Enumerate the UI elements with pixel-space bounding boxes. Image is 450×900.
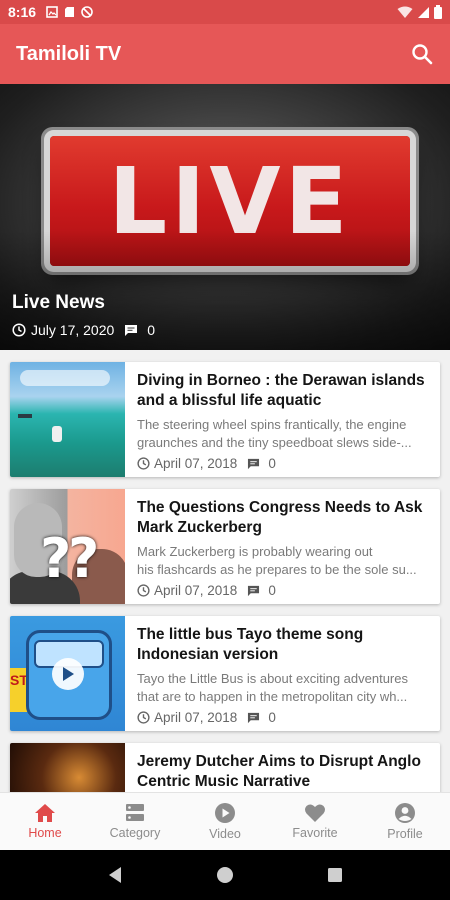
news-thumbnail bbox=[10, 743, 125, 792]
news-comment-count: 0 bbox=[268, 710, 276, 725]
back-icon[interactable] bbox=[107, 866, 123, 884]
news-thumbnail: ? ? bbox=[10, 489, 125, 604]
featured-comment-count: 0 bbox=[147, 322, 156, 338]
clock-icon bbox=[137, 457, 150, 470]
featured-date: July 17, 2020 bbox=[31, 322, 115, 338]
news-meta: April 07, 2018 0 bbox=[137, 456, 429, 471]
featured-meta: July 17, 2020 0 bbox=[12, 322, 155, 338]
recents-icon[interactable] bbox=[327, 867, 343, 883]
nav-profile[interactable]: Profile bbox=[360, 793, 450, 850]
news-thumbnail bbox=[10, 362, 125, 477]
news-meta: April 07, 2018 0 bbox=[137, 583, 429, 598]
comment-icon bbox=[248, 712, 260, 723]
app-title: Tamiloli TV bbox=[16, 42, 122, 65]
news-excerpt: Mark Zuckerberg is probably wearing out … bbox=[137, 544, 417, 577]
heart-icon bbox=[305, 804, 325, 822]
news-meta: April 07, 2018 0 bbox=[137, 710, 429, 725]
nav-home-label: Home bbox=[28, 826, 62, 840]
comment-icon bbox=[125, 324, 138, 336]
clock-icon bbox=[12, 323, 26, 337]
news-date: April 07, 2018 bbox=[154, 583, 238, 598]
notification-icons bbox=[46, 6, 93, 18]
status-bar: 8:16 bbox=[0, 0, 450, 24]
nav-favorite[interactable]: Favorite bbox=[270, 793, 360, 850]
system-navigation-bar bbox=[0, 850, 450, 900]
nav-home[interactable]: Home bbox=[0, 793, 90, 850]
news-comment-count: 0 bbox=[268, 583, 276, 598]
news-card[interactable]: ST The little bus Tayo theme song Indone… bbox=[10, 616, 440, 731]
nav-video-label: Video bbox=[209, 827, 241, 841]
wifi-icon bbox=[397, 6, 413, 18]
news-list: Diving in Borneo : the Derawan islands a… bbox=[0, 350, 450, 792]
app-bar: Tamiloli TV bbox=[0, 24, 450, 84]
image-notification-icon bbox=[46, 6, 58, 18]
news-title: The little bus Tayo theme song Indonesia… bbox=[137, 626, 364, 663]
status-time: 8:16 bbox=[8, 4, 37, 20]
news-title: The Questions Congress Needs to Ask Mark… bbox=[137, 499, 423, 536]
news-date: April 07, 2018 bbox=[154, 710, 238, 725]
bottom-navigation: Home Category Video Favorite Profile bbox=[0, 792, 450, 850]
nav-category[interactable]: Category bbox=[90, 793, 180, 850]
news-card[interactable]: Diving in Borneo : the Derawan islands a… bbox=[10, 362, 440, 477]
home-icon bbox=[35, 804, 55, 822]
category-icon bbox=[126, 804, 144, 821]
play-circle-icon bbox=[215, 803, 235, 823]
news-card[interactable]: Jeremy Dutcher Aims to Disrupt Anglo Cen… bbox=[10, 743, 440, 792]
comment-icon bbox=[248, 585, 260, 596]
battery-icon bbox=[434, 5, 442, 19]
news-thumbnail: ST bbox=[10, 616, 125, 731]
sd-card-icon bbox=[65, 7, 75, 17]
nav-video[interactable]: Video bbox=[180, 793, 270, 850]
signal-icon bbox=[418, 6, 429, 18]
nav-category-label: Category bbox=[109, 826, 161, 840]
play-icon bbox=[52, 658, 84, 690]
home-circle-icon[interactable] bbox=[216, 866, 234, 884]
featured-title: Live News bbox=[12, 292, 105, 313]
clock-icon bbox=[137, 711, 150, 724]
clock-icon bbox=[137, 584, 150, 597]
comment-icon bbox=[248, 458, 260, 469]
news-date: April 07, 2018 bbox=[154, 456, 238, 471]
nav-favorite-label: Favorite bbox=[292, 826, 338, 840]
news-excerpt: The steering wheel spins frantically, th… bbox=[137, 417, 412, 450]
featured-news-banner[interactable]: LIVE Live News July 17, 2020 0 bbox=[0, 84, 450, 350]
news-card[interactable]: ? ? The Questions Congress Needs to Ask … bbox=[10, 489, 440, 604]
news-title: Jeremy Dutcher Aims to Disrupt Anglo Cen… bbox=[137, 753, 421, 790]
news-comment-count: 0 bbox=[268, 456, 276, 471]
search-icon[interactable] bbox=[410, 42, 434, 66]
account-circle-icon bbox=[395, 803, 415, 823]
news-excerpt: Tayo the Little Bus is about exciting ad… bbox=[137, 671, 408, 704]
nav-profile-label: Profile bbox=[387, 827, 423, 841]
no-disturb-icon bbox=[81, 6, 93, 18]
news-title: Diving in Borneo : the Derawan islands a… bbox=[137, 372, 425, 409]
